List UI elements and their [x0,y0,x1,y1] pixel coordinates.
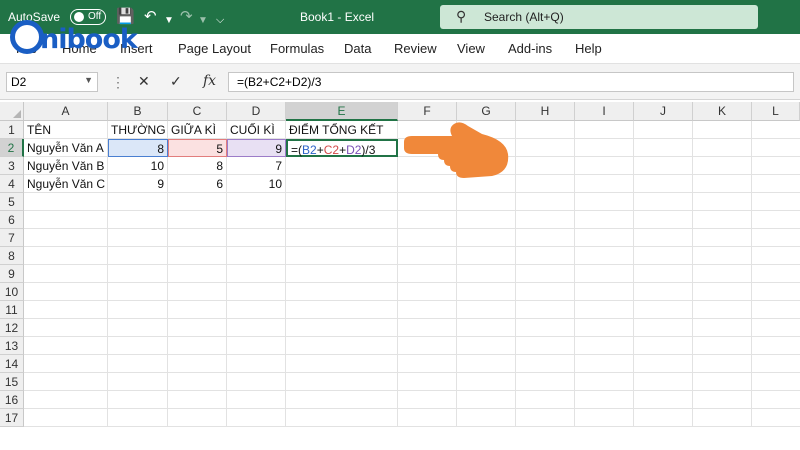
cell-d2[interactable]: 9 [227,139,286,157]
tab-add-ins[interactable]: Add-ins [508,41,552,56]
tab-formulas[interactable]: Formulas [270,41,324,56]
formula-suffix: )/3 [361,143,376,157]
column-header-d[interactable]: D [227,102,286,121]
cell-d1[interactable]: CUỐI KÌ [227,121,286,139]
cell-c1[interactable]: GIỮA KÌ [168,121,227,139]
formula-bar: D2 ▼ ⋮ ✕ ✓ fx =(B2+C2+D2)/3 [0,64,800,100]
logo-ring-icon [10,20,44,54]
row-header-16[interactable]: 16 [0,391,24,409]
customize-toolbar-icon[interactable]: ⌵ [216,11,224,29]
cell-b4[interactable]: 9 [108,175,168,193]
column-header-k[interactable]: K [693,102,752,121]
logo: nibook [10,20,170,60]
tab-data[interactable]: Data [344,41,371,56]
formula-ref-b2: B2 [302,143,317,157]
cell-e1[interactable]: ĐIỂM TỔNG KẾT [286,121,398,139]
redo-dropdown-icon[interactable]: ▼ [198,12,208,30]
row-header-10[interactable]: 10 [0,283,24,301]
cell-a3[interactable]: Nguyễn Văn B [24,157,108,175]
cell-c3[interactable]: 8 [168,157,227,175]
cell-b1[interactable]: THƯỜNG XUYÊN [108,121,168,139]
row-header-14[interactable]: 14 [0,355,24,373]
name-box-value: D2 [11,75,27,89]
column-header-a[interactable]: A [24,102,108,121]
row-header-1[interactable]: 1 [0,121,24,139]
search-icon: ⚲ [456,8,467,24]
column-header-b[interactable]: B [108,102,168,121]
cell-b2[interactable]: 8 [108,139,168,157]
formula-prefix: =( [291,143,303,157]
row-header-15[interactable]: 15 [0,373,24,391]
cell-a1[interactable]: TÊN [24,121,108,139]
row-header-2[interactable]: 2 [0,139,24,157]
name-box[interactable]: D2 ▼ [6,72,98,92]
redo-icon[interactable]: ↷ [180,8,193,26]
chevron-down-icon[interactable]: ▼ [84,75,93,85]
column-header-l[interactable]: L [752,102,800,121]
formula-text: =(B2+C2+D2)/3 [237,75,322,89]
row-header-17[interactable]: 17 [0,409,24,427]
more-icon[interactable]: ⋮ [111,74,125,91]
search-placeholder: Search (Alt+Q) [484,10,564,24]
cell-d4[interactable]: 10 [227,175,286,193]
row-header-8[interactable]: 8 [0,247,24,265]
cell-e2-editing[interactable]: =(B2+C2+D2)/3 [286,139,398,157]
column-header-j[interactable]: J [634,102,693,121]
window-title: Book1 - Excel [300,10,375,24]
formula-input[interactable]: =(B2+C2+D2)/3 [228,72,794,92]
tab-help[interactable]: Help [575,41,602,56]
row-header-3[interactable]: 3 [0,157,24,175]
pointing-hand-icon [404,122,509,178]
column-header-c[interactable]: C [168,102,227,121]
cell-a4[interactable]: Nguyễn Văn C [24,175,108,193]
row-header-7[interactable]: 7 [0,229,24,247]
row-header-5[interactable]: 5 [0,193,24,211]
formula-ref-d2: D2 [346,143,362,157]
column-header-i[interactable]: I [575,102,634,121]
cell-c2[interactable]: 5 [168,139,227,157]
enter-icon[interactable]: ✓ [170,73,182,90]
tab-view[interactable]: View [457,41,485,56]
row-header-13[interactable]: 13 [0,337,24,355]
cell-d3[interactable]: 7 [227,157,286,175]
insert-function-icon[interactable]: fx [203,73,216,89]
row-header-11[interactable]: 11 [0,301,24,319]
logo-text: nibook [40,24,138,55]
tab-page-layout[interactable]: Page Layout [178,41,251,56]
row-header-4[interactable]: 4 [0,175,24,193]
formula-ref-c2: C2 [323,143,340,157]
search-box[interactable]: ⚲ Search (Alt+Q) [440,5,758,29]
cancel-icon[interactable]: ✕ [138,73,150,90]
cell-a2[interactable]: Nguyễn Văn A [24,139,108,157]
column-header-e[interactable]: E [286,102,398,121]
row-header-9[interactable]: 9 [0,265,24,283]
cell-b3[interactable]: 10 [108,157,168,175]
column-header-h[interactable]: H [516,102,575,121]
row-header-6[interactable]: 6 [0,211,24,229]
row-header-12[interactable]: 12 [0,319,24,337]
select-all-button[interactable] [0,102,24,121]
select-all-triangle-icon [13,110,21,118]
tab-review[interactable]: Review [394,41,437,56]
formula-plus-1: + [316,143,324,157]
cell-c4[interactable]: 6 [168,175,227,193]
